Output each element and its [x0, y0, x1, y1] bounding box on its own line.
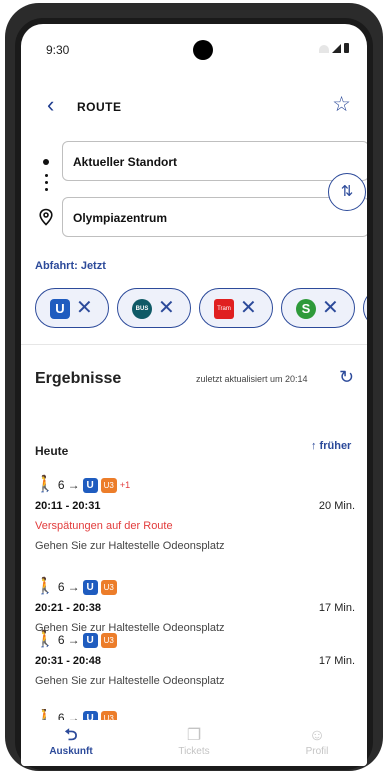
connection-times: 20:21 - 20:38 [35, 602, 102, 614]
filter-chip-more[interactable] [363, 288, 367, 328]
delay-warning: Verspätungen auf der Route [35, 520, 173, 532]
refresh-icon[interactable]: ↻ [339, 368, 354, 386]
page-title: ROUTE [77, 100, 122, 114]
connection-note: Gehen Sie zur Haltestelle Odeonsplatz [35, 540, 225, 552]
connection-times: 20:11 - 20:31 [35, 500, 101, 512]
sbahn-logo-icon: S [296, 299, 316, 319]
line-badge: U3 [100, 477, 117, 493]
day-heading: Heute [35, 444, 69, 458]
walk-icon: 🚶 [35, 631, 55, 648]
arrow-icon: → [67, 478, 80, 492]
route-dots-icon [45, 174, 48, 195]
earlier-button[interactable]: ↑ früher [311, 440, 351, 452]
walk-minutes: 6 [57, 580, 65, 594]
results-heading: Ergebnisse [35, 370, 122, 387]
top-bar: ‹ ROUTE ☆ [21, 94, 367, 124]
connection-item[interactable]: 🚶 6 → U U3 20:21 - 20:38 17 Min. Gehen S… [35, 578, 355, 638]
origin-dot-icon [43, 159, 49, 165]
connection-legs: 🚶 6 → U U3 +1 [35, 476, 130, 494]
nav-tickets[interactable]: ❐ Tickets [154, 726, 234, 757]
filter-chip-bus[interactable]: BUS ✕ [117, 288, 191, 328]
status-time: 9:30 [46, 43, 70, 57]
ubahn-badge: U [82, 477, 98, 493]
last-updated-text: zuletzt aktualisiert um 20:14 [196, 374, 308, 384]
connection-legs: 🚶 6 → U U3 [35, 631, 117, 649]
favorite-star-icon[interactable]: ☆ [332, 94, 351, 116]
wifi-icon [319, 45, 329, 53]
remove-filter-icon[interactable]: ✕ [240, 298, 257, 318]
destination-field[interactable]: Olympiazentrum [62, 197, 367, 237]
signal-icon [332, 44, 341, 53]
status-icons [319, 43, 349, 53]
battery-icon [344, 43, 349, 53]
destination-pin-icon [39, 208, 53, 226]
connection-duration: 17 Min. [318, 602, 355, 614]
camera-cutout [193, 40, 213, 60]
remove-filter-icon[interactable]: ✕ [322, 298, 339, 318]
profile-icon: ☺ [308, 727, 326, 744]
ubahn-logo-icon: U [50, 299, 70, 319]
back-icon[interactable]: ‹ [47, 94, 65, 118]
status-bar: 9:30 [21, 24, 367, 74]
nav-profil[interactable]: ☺ Profil [277, 726, 357, 757]
nav-label: Tickets [178, 746, 210, 757]
filter-chip-ubahn[interactable]: U ✕ [35, 288, 109, 328]
walk-icon: 🚶 [35, 476, 55, 493]
departure-time-link[interactable]: Abfahrt: Jetzt [35, 260, 106, 272]
connection-times: 20:31 - 20:48 [35, 655, 102, 667]
route-icon: ⮌ [64, 727, 78, 744]
section-divider [21, 344, 367, 345]
bus-logo-icon: BUS [132, 299, 152, 319]
nav-label: Profil [305, 746, 329, 757]
arrow-icon: → [67, 633, 80, 647]
connection-note: Gehen Sie zur Haltestelle Odeonsplatz [35, 675, 225, 687]
connection-item[interactable]: 🚶 6 → U U3 +1 20:11 - 20:31 20 Min. Vers… [35, 476, 355, 556]
nav-label: Auskunft [49, 746, 93, 757]
arrow-icon: → [67, 580, 80, 594]
walk-icon: 🚶 [35, 578, 55, 595]
app-screen: 9:30 ‹ ROUTE ☆ Aktueller Standort Olympi… [21, 24, 367, 766]
remove-filter-icon[interactable]: ✕ [158, 298, 175, 318]
remove-filter-icon[interactable]: ✕ [76, 298, 93, 318]
extra-legs: +1 [119, 480, 131, 490]
filter-chip-sbahn[interactable]: S ✕ [281, 288, 355, 328]
ticket-icon: ❐ [186, 727, 202, 744]
connection-legs: 🚶 6 → U U3 [35, 578, 117, 596]
bottom-navigation: ⮌ Auskunft ❐ Tickets ☺ Profil [21, 720, 367, 766]
line-badge: U3 [100, 632, 117, 648]
filter-chip-tram[interactable]: Tram ✕ [199, 288, 273, 328]
connection-item[interactable]: 🚶 6 → U U3 20:31 - 20:48 17 Min. Gehen S… [35, 631, 355, 691]
line-badge: U3 [100, 579, 117, 595]
swap-route-button[interactable]: ⇅ [328, 173, 366, 211]
tram-logo-icon: Tram [214, 299, 234, 319]
connection-duration: 20 Min. [318, 500, 355, 512]
nav-auskunft[interactable]: ⮌ Auskunft [31, 726, 111, 757]
connection-duration: 17 Min. [318, 655, 355, 667]
swap-icon: ⇅ [340, 183, 354, 200]
transport-filter-chips: U ✕ BUS ✕ Tram ✕ S ✕ [35, 288, 367, 330]
walk-minutes: 6 [57, 633, 65, 647]
origin-field[interactable]: Aktueller Standort [62, 141, 367, 181]
ubahn-badge: U [82, 632, 98, 648]
ubahn-badge: U [82, 579, 98, 595]
walk-minutes: 6 [57, 478, 65, 492]
